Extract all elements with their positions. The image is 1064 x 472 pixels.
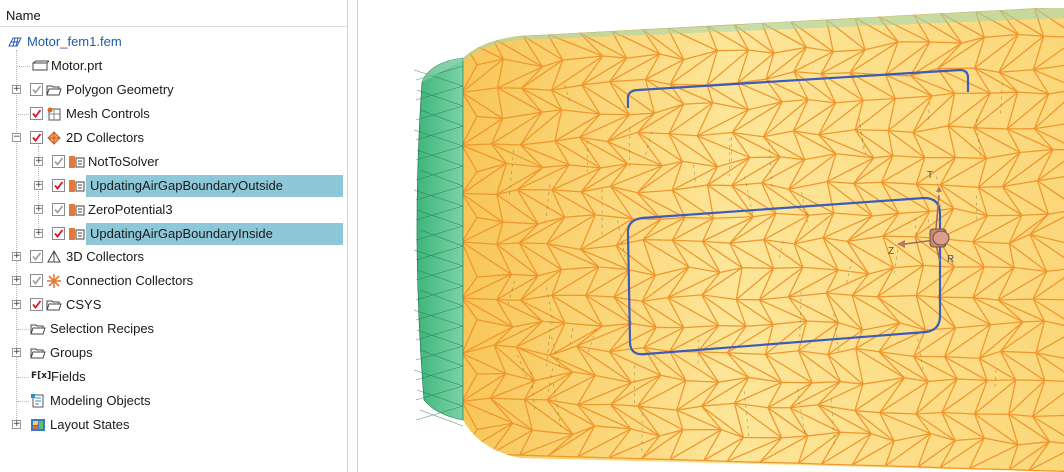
tree-item-motor-prt[interactable]: Motor.prt bbox=[0, 55, 347, 77]
tree-item-connection-collectors[interactable]: + Connection Collectors bbox=[0, 270, 347, 292]
item-label: Connection Collectors bbox=[66, 273, 194, 288]
item-label: 2D Collectors bbox=[66, 130, 145, 145]
csys-axis-r-label: R bbox=[947, 254, 954, 265]
collapse-icon[interactable]: − bbox=[12, 133, 21, 142]
mesh-control-icon bbox=[46, 106, 62, 122]
expand-icon[interactable]: + bbox=[12, 420, 21, 429]
expand-icon[interactable]: + bbox=[12, 85, 21, 94]
3d-collector-icon bbox=[46, 249, 62, 265]
visibility-checkbox[interactable] bbox=[30, 131, 43, 144]
fem-file-icon bbox=[7, 34, 23, 50]
visibility-checkbox[interactable] bbox=[30, 298, 43, 311]
item-label: 3D Collectors bbox=[66, 249, 145, 264]
item-label: UpdatingAirGapBoundaryOutside bbox=[90, 178, 283, 193]
mesh-model[interactable]: T Z R bbox=[360, 0, 1064, 472]
tree-item-selection-recipes[interactable]: Selection Recipes bbox=[0, 318, 347, 340]
expand-icon[interactable]: + bbox=[12, 252, 21, 261]
folder-icon bbox=[46, 297, 62, 313]
tree-item-mesh-controls[interactable]: Mesh Controls bbox=[0, 103, 347, 125]
mesh-collector-icon bbox=[68, 226, 85, 242]
visibility-checkbox[interactable] bbox=[30, 83, 43, 96]
tree-item-zero-potential3[interactable]: + ZeroPotential3 bbox=[0, 199, 347, 221]
connection-collector-icon bbox=[46, 273, 62, 289]
item-label: Groups bbox=[50, 345, 93, 360]
mesh-collector-icon bbox=[68, 154, 85, 170]
item-label: Layout States bbox=[50, 417, 130, 432]
expand-icon[interactable]: + bbox=[12, 300, 21, 309]
visibility-checkbox[interactable] bbox=[30, 250, 43, 263]
csys-axis-t-label: T bbox=[927, 170, 933, 181]
visibility-checkbox[interactable] bbox=[52, 155, 65, 168]
expand-icon[interactable]: + bbox=[34, 157, 43, 166]
layout-states-icon bbox=[30, 417, 46, 433]
folder-icon bbox=[46, 82, 62, 98]
tree-item-modeling-objects[interactable]: Modeling Objects bbox=[0, 390, 347, 412]
tree-item-airgap-inside[interactable]: + UpdatingAirGapBoundaryInside bbox=[0, 223, 347, 245]
item-label: NotToSolver bbox=[88, 154, 159, 169]
expand-icon[interactable]: + bbox=[34, 229, 43, 238]
end-cap-face bbox=[416, 57, 464, 421]
2d-collector-icon bbox=[46, 130, 62, 146]
expand-icon[interactable]: + bbox=[34, 205, 43, 214]
tree-item-3d-collectors[interactable]: + 3D Collectors bbox=[0, 246, 347, 268]
item-label: Polygon Geometry bbox=[66, 82, 174, 97]
graphics-viewport[interactable]: T Z R bbox=[360, 0, 1064, 472]
mesh-collector-icon bbox=[68, 178, 85, 194]
csys-axis-z-label: Z bbox=[888, 246, 894, 257]
name-column-label: Name bbox=[6, 8, 41, 23]
folder-icon bbox=[30, 345, 46, 361]
item-label: Mesh Controls bbox=[66, 106, 150, 121]
tree-item-groups[interactable]: + Groups bbox=[0, 342, 347, 364]
tree-item-airgap-outside[interactable]: + UpdatingAirGapBoundaryOutside bbox=[0, 175, 347, 197]
visibility-checkbox[interactable] bbox=[52, 203, 65, 216]
item-label: UpdatingAirGapBoundaryInside bbox=[90, 226, 273, 241]
folder-icon bbox=[30, 321, 46, 337]
tree-item-polygon-geometry[interactable]: + Polygon Geometry bbox=[0, 79, 347, 101]
expand-icon[interactable]: + bbox=[12, 276, 21, 285]
item-label: Motor.prt bbox=[51, 58, 103, 73]
part-icon bbox=[31, 58, 51, 74]
visibility-checkbox[interactable] bbox=[30, 107, 43, 120]
visibility-checkbox[interactable] bbox=[30, 274, 43, 287]
tree-item-2d-collectors[interactable]: − 2D Collectors bbox=[0, 127, 347, 149]
tree-root-fem[interactable]: Motor_fem1.fem bbox=[0, 31, 347, 53]
mesh-collector-icon bbox=[68, 202, 85, 218]
item-label: ZeroPotential3 bbox=[88, 202, 173, 217]
tree-item-csys[interactable]: + CSYS bbox=[0, 294, 347, 316]
tree-column-header[interactable]: Name bbox=[0, 7, 347, 27]
item-label: Modeling Objects bbox=[50, 393, 151, 408]
modeling-objects-icon bbox=[30, 393, 46, 409]
tree-item-layout-states[interactable]: + Layout States bbox=[0, 414, 347, 436]
item-label: CSYS bbox=[66, 297, 102, 312]
tree-item-not-to-solver[interactable]: + NotToSolver bbox=[0, 151, 347, 173]
tree-item-fields[interactable]: F[x] Fields bbox=[0, 366, 347, 388]
expand-icon[interactable]: + bbox=[12, 348, 21, 357]
item-label: Selection Recipes bbox=[50, 321, 155, 336]
fields-icon: F[x] bbox=[31, 371, 52, 381]
part-navigator-tree: Name Motor_fem1.fem Motor.prt + Polygon … bbox=[0, 0, 347, 472]
item-label: Fields bbox=[51, 369, 86, 384]
visibility-checkbox[interactable] bbox=[52, 179, 65, 192]
root-label: Motor_fem1.fem bbox=[27, 34, 122, 49]
visibility-checkbox[interactable] bbox=[52, 227, 65, 240]
expand-icon[interactable]: + bbox=[34, 181, 43, 190]
